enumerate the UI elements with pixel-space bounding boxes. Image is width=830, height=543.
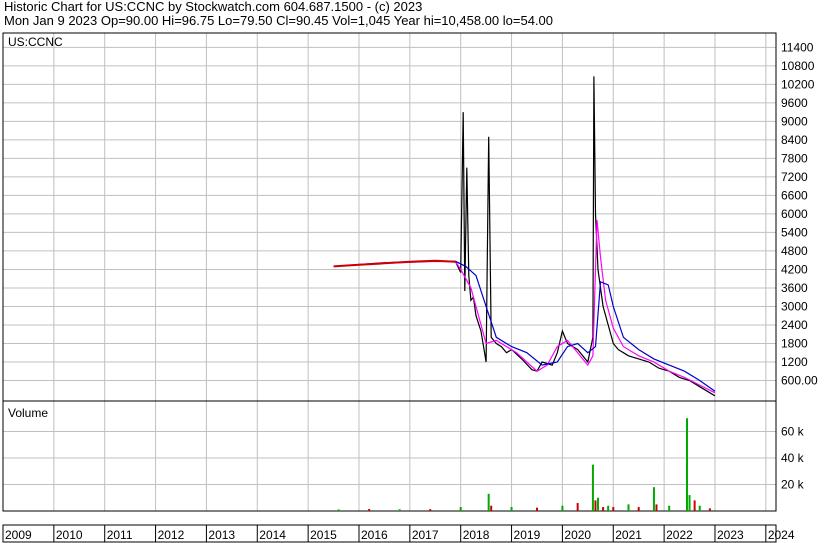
price-tick-label: 3000: [781, 299, 808, 313]
chart-grid: [2, 33, 776, 511]
year-tick-label: 2019: [514, 528, 541, 542]
volume-bar: [688, 495, 691, 511]
series-line-ma_long: [333, 260, 716, 392]
volume-bar: [337, 509, 340, 511]
volume-bar: [668, 505, 671, 511]
year-tick-label: 2013: [208, 528, 235, 542]
year-tick-label: 2022: [666, 528, 693, 542]
price-tick-label: 7800: [781, 151, 808, 165]
price-tick-label: 11400: [781, 40, 814, 54]
volume-bar: [510, 507, 513, 511]
price-tick-label: 8400: [781, 133, 808, 147]
price-panel-label: US:CCNC: [8, 35, 63, 49]
price-tick-label: 6600: [781, 188, 808, 202]
volume-bar: [591, 464, 594, 511]
volume-bar: [652, 487, 655, 511]
volume-bars: [337, 418, 711, 511]
year-tick-label: 2014: [259, 528, 286, 542]
price-panel: [2, 32, 777, 402]
price-tick-label: 6000: [781, 207, 808, 221]
price-tick-label: 9600: [781, 96, 808, 110]
volume-bar: [597, 497, 600, 511]
price-series: [333, 76, 716, 397]
year-tick-label: 2009: [5, 528, 32, 542]
volume-bar: [490, 505, 493, 511]
price-tick-label: 7200: [781, 170, 808, 184]
historic-chart: US:CCNC Volume 11400 10800 10200 9600 9000 84…: [2, 32, 818, 543]
volume-bar: [561, 505, 564, 511]
price-tick-label: 9000: [781, 114, 808, 128]
year-axis: 2009 2010 2011 2012 2013 2014 2015 2016 2017 2018…: [2, 525, 795, 542]
year-tick-label: 2018: [463, 528, 490, 542]
year-tick-label: 2015: [310, 528, 337, 542]
year-tick-label: 2023: [717, 528, 744, 542]
price-tick-label: 1800: [781, 336, 808, 350]
volume-tick-label: 20 k: [781, 478, 805, 492]
volume-bar: [637, 507, 640, 511]
price-axis: 11400 10800 10200 9600 9000 8400 7800 7200 6600 6…: [781, 40, 818, 387]
year-tick-label: 2020: [564, 528, 591, 542]
price-tick-label: 3600: [781, 281, 808, 295]
volume-bar: [698, 505, 701, 511]
volume-bar: [594, 500, 597, 511]
price-tick-label: 10800: [781, 59, 815, 73]
volume-bar: [693, 500, 696, 511]
price-tick-label: 600.00: [781, 373, 818, 387]
series-line-price: [333, 76, 716, 397]
volume-bar: [398, 509, 401, 511]
volume-bar: [535, 507, 538, 511]
volume-panel-label: Volume: [8, 406, 48, 420]
price-tick-label: 2400: [781, 318, 808, 332]
price-tick-label: 1200: [781, 355, 808, 369]
year-tick-label: 2010: [56, 528, 83, 542]
year-tick-label: 2011: [107, 528, 133, 542]
series-line-early-price: [333, 259, 456, 268]
volume-bar: [607, 505, 610, 511]
year-tick-label: 2017: [412, 528, 439, 542]
volume-bar: [487, 493, 490, 511]
volume-panel: [2, 400, 777, 512]
year-tick-label: 2012: [158, 528, 185, 542]
year-tick-label: 2016: [361, 528, 388, 542]
volume-bar: [429, 509, 432, 511]
volume-bar: [576, 503, 579, 511]
volume-tick-label: 40 k: [781, 451, 805, 465]
price-tick-label: 4200: [781, 262, 808, 276]
volume-axis: 60 k 40 k 20 k: [781, 425, 805, 492]
volume-bar: [602, 507, 605, 511]
volume-bar: [368, 509, 371, 511]
volume-bar: [655, 504, 658, 511]
volume-bar: [686, 418, 689, 511]
volume-tick-label: 60 k: [781, 425, 805, 439]
volume-bar: [708, 508, 711, 511]
volume-bar: [459, 507, 462, 511]
price-tick-label: 5400: [781, 225, 808, 239]
volume-bar: [627, 504, 630, 511]
year-tick-label: 2024: [768, 528, 795, 542]
price-tick-label: 4800: [781, 244, 808, 258]
year-tick-label: 2021: [615, 528, 642, 542]
volume-bar: [612, 507, 615, 511]
price-tick-label: 10200: [781, 77, 815, 91]
